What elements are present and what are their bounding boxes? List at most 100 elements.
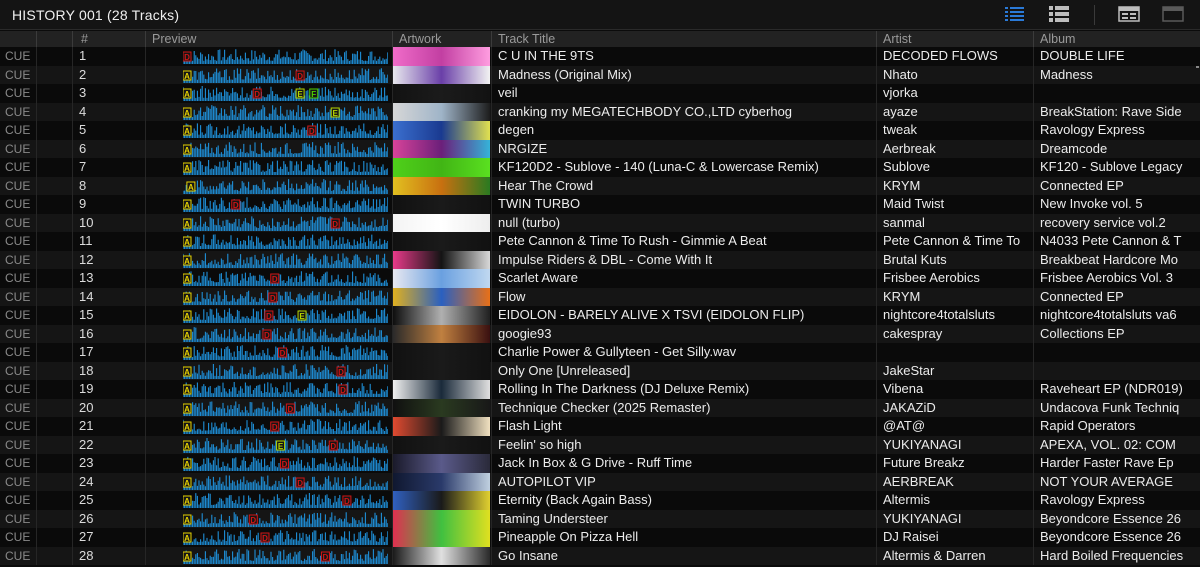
cue-cell[interactable]: CUE: [0, 269, 37, 288]
track-row[interactable]: CUE 2 A D Madness (Original Mix) Nhato Madness: [0, 65, 1200, 84]
preview-waveform[interactable]: AD: [183, 122, 388, 138]
cue-cell[interactable]: CUE: [0, 417, 37, 436]
preview-waveform-cell[interactable]: AD: [146, 417, 393, 436]
cue-cell[interactable]: CUE: [0, 47, 37, 66]
preview-waveform[interactable]: AED: [183, 437, 388, 453]
column-header-cue[interactable]: [0, 31, 37, 47]
column-header-preview[interactable]: Preview: [146, 31, 393, 47]
track-row[interactable]: CUE 28 A D Go Insane Altermis & Darren Hard Bo…: [0, 546, 1200, 565]
preview-waveform[interactable]: A: [183, 252, 388, 268]
preview-waveform-cell[interactable]: AD: [146, 47, 393, 66]
track-row[interactable]: CUE 13 A D Scarlet Aware Frisbee Aerobics Fris…: [0, 269, 1200, 288]
preview-waveform-cell[interactable]: AE: [146, 102, 393, 121]
list-view-icon[interactable]: [1004, 4, 1026, 24]
preview-waveform[interactable]: AD: [183, 215, 388, 231]
cue-cell[interactable]: CUE: [0, 250, 37, 269]
cue-cell[interactable]: CUE: [0, 84, 37, 103]
cue-cell[interactable]: CUE: [0, 213, 37, 232]
preview-waveform-cell[interactable]: AD: [146, 213, 393, 232]
preview-waveform-cell[interactable]: A: [146, 139, 393, 158]
track-row[interactable]: CUE 22 A E D Feelin' so high YUKIYANAGI APEXA, …: [0, 435, 1200, 454]
preview-waveform-cell[interactable]: A D EF: [146, 84, 393, 103]
preview-waveform[interactable]: AD: [183, 289, 388, 305]
cue-cell[interactable]: CUE: [0, 306, 37, 325]
cue-cell[interactable]: CUE: [0, 139, 37, 158]
preview-waveform-cell[interactable]: AD: [146, 380, 393, 399]
preview-waveform[interactable]: AD: [183, 548, 388, 564]
track-row[interactable]: CUE 14 A D Flow KRYM Connected EP: [0, 287, 1200, 306]
column-header-artist[interactable]: Artist: [877, 31, 1034, 47]
preview-waveform-cell[interactable]: AD: [146, 528, 393, 547]
detail-list-view-icon[interactable]: [1048, 4, 1070, 24]
preview-waveform-cell[interactable]: A: [146, 176, 393, 195]
preview-waveform[interactable]: AD: [183, 326, 388, 342]
preview-waveform[interactable]: A: [183, 159, 388, 175]
track-row[interactable]: CUE 20 A D Technique Checker (2025 Remaster)…: [0, 398, 1200, 417]
cue-cell[interactable]: CUE: [0, 158, 37, 177]
cue-cell[interactable]: CUE: [0, 435, 37, 454]
cue-cell[interactable]: CUE: [0, 287, 37, 306]
track-row[interactable]: CUE 5 A Ddegen tweak Ravology Express: [0, 121, 1200, 140]
cue-cell[interactable]: CUE: [0, 343, 37, 362]
track-row[interactable]: CUE 15 A D E EIDOLON - BARELY ALIVE X TSVI (E…: [0, 306, 1200, 325]
preview-waveform-cell[interactable]: AD: [146, 546, 393, 565]
preview-waveform[interactable]: AD: [183, 474, 388, 490]
preview-waveform-cell[interactable]: AD: [146, 472, 393, 491]
preview-waveform[interactable]: A: [183, 233, 388, 249]
preview-waveform[interactable]: AD: [183, 400, 388, 416]
preview-waveform-cell[interactable]: AD: [146, 195, 393, 214]
cue-cell[interactable]: CUE: [0, 176, 37, 195]
preview-waveform[interactable]: A D EF: [183, 85, 388, 101]
cue-cell[interactable]: CUE: [0, 232, 37, 251]
preview-waveform-cell[interactable]: AD: [146, 361, 393, 380]
column-header-number[interactable]: #: [73, 31, 146, 47]
track-row[interactable]: CUE 8 A Hear The Crowd KRYM Connected EP: [0, 176, 1200, 195]
preview-waveform-cell[interactable]: A: [146, 250, 393, 269]
preview-waveform[interactable]: A: [183, 141, 388, 157]
preview-waveform[interactable]: AD: [183, 196, 388, 212]
track-row[interactable]: CUE 18 A D Only One [Unreleased] JakeStar: [0, 361, 1200, 380]
cue-cell[interactable]: CUE: [0, 546, 37, 565]
track-row[interactable]: CUE 10 A Dnull (turbo) sanmal recovery servic…: [0, 213, 1200, 232]
preview-waveform[interactable]: AD: [183, 270, 388, 286]
preview-waveform-cell[interactable]: AED: [146, 435, 393, 454]
cue-cell[interactable]: CUE: [0, 454, 37, 473]
preview-waveform-cell[interactable]: AD: [146, 398, 393, 417]
preview-waveform[interactable]: AD: [183, 418, 388, 434]
preview-waveform[interactable]: AD: [183, 529, 388, 545]
cue-cell[interactable]: CUE: [0, 398, 37, 417]
column-header-track-title[interactable]: Track Title: [492, 31, 877, 47]
preview-waveform-cell[interactable]: AD: [146, 287, 393, 306]
track-row[interactable]: CUE 4 A Ecranking my MEGATECHBODY CO.,LTD c…: [0, 102, 1200, 121]
track-row[interactable]: CUE 27 A D Pineapple On Pizza Hell DJ Raisei B…: [0, 528, 1200, 547]
preview-waveform[interactable]: AD: [183, 344, 388, 360]
track-row[interactable]: CUE 11 A Pete Cannon & Time To Rush - Gimmi…: [0, 232, 1200, 251]
preview-waveform[interactable]: AD: [183, 67, 388, 83]
cue-cell[interactable]: CUE: [0, 65, 37, 84]
scrollbar-indicator[interactable]: [1196, 66, 1199, 68]
preview-waveform-cell[interactable]: AD: [146, 269, 393, 288]
preview-waveform-cell[interactable]: AD: [146, 343, 393, 362]
preview-waveform-cell[interactable]: A: [146, 232, 393, 251]
browser-view-icon[interactable]: [1162, 4, 1184, 24]
preview-waveform-cell[interactable]: A: [146, 158, 393, 177]
cue-cell[interactable]: CUE: [0, 509, 37, 528]
cue-cell[interactable]: CUE: [0, 528, 37, 547]
track-row[interactable]: CUE 17 A D Charlie Power & Gullyteen - Get S…: [0, 343, 1200, 362]
track-row[interactable]: CUE 3 A D E Fveil vjorka: [0, 84, 1200, 103]
preview-waveform-cell[interactable]: AD: [146, 121, 393, 140]
track-row[interactable]: CUE 9 A D TWIN TURBO Maid Twist New Invoke vol…: [0, 195, 1200, 214]
track-row[interactable]: CUE 12 A Impulse Riders & DBL - Come With I…: [0, 250, 1200, 269]
preview-waveform[interactable]: AD: [183, 381, 388, 397]
preview-waveform-cell[interactable]: ADE: [146, 306, 393, 325]
track-row[interactable]: CUE 7 A KF120D2 - Sublove - 140 (Luna-C & L…: [0, 158, 1200, 177]
preview-waveform-cell[interactable]: AD: [146, 454, 393, 473]
preview-waveform-cell[interactable]: AD: [146, 509, 393, 528]
track-row[interactable]: CUE 16 A Dgoogie93 cakespray Collections EP: [0, 324, 1200, 343]
preview-waveform-cell[interactable]: AD: [146, 65, 393, 84]
cue-cell[interactable]: CUE: [0, 195, 37, 214]
track-row[interactable]: CUE 1 AD C U IN THE 9TSDECODED FLOWS DOUBLE …: [0, 47, 1200, 66]
track-row[interactable]: CUE 19 A D Rolling In The Darkness (DJ Delux…: [0, 380, 1200, 399]
column-header-album[interactable]: Album: [1034, 31, 1200, 47]
preview-waveform[interactable]: A: [183, 178, 388, 194]
